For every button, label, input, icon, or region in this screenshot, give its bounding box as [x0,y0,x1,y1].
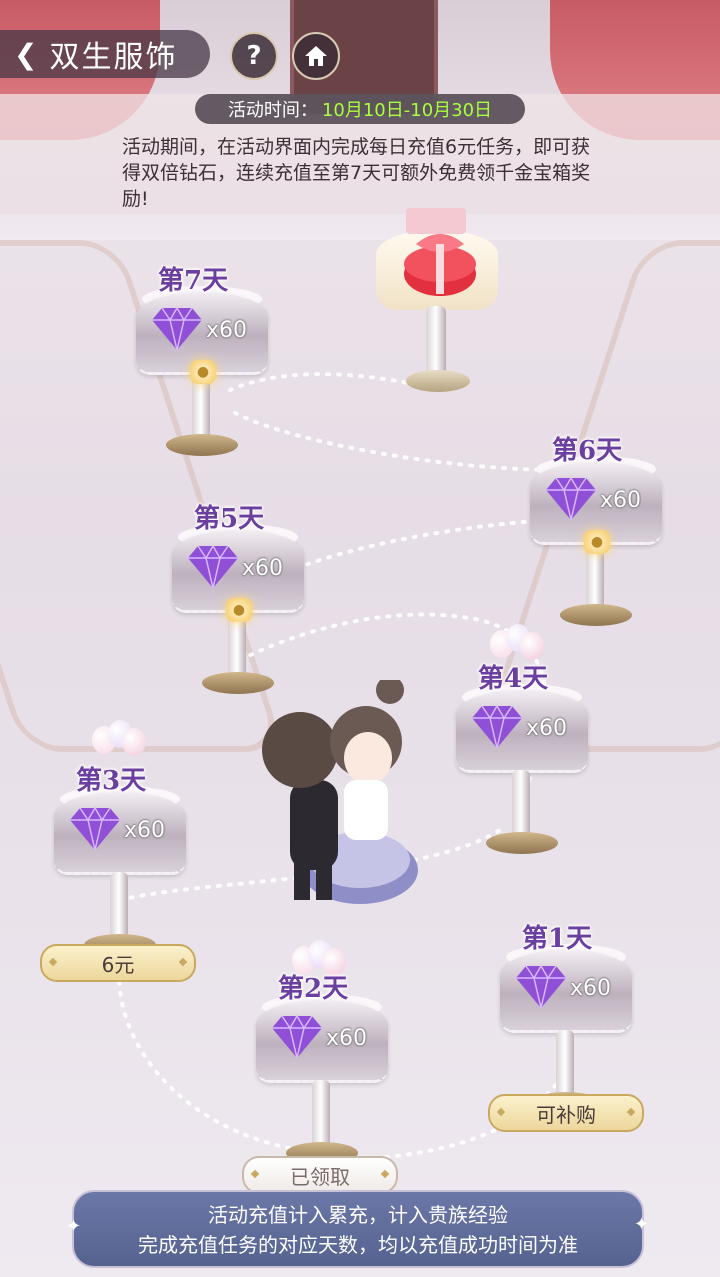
footer-line-2: 完成充值任务的对应天数，均以充值成功时间为准 [138,1233,578,1257]
day-3-count: x60 [124,818,166,843]
table-base [486,832,558,854]
purple-diamond-icon [70,806,120,850]
table-stem [110,872,128,942]
bonus-treasure-table[interactable] [372,190,502,410]
day-4-count: x60 [526,716,568,741]
lock-icon: ● [190,360,216,384]
table-stem [512,770,530,840]
treasure-base [406,370,470,392]
day-6-count: x60 [600,488,642,513]
purple-diamond-icon [272,1014,322,1058]
treasure-stem [426,306,446,376]
sparkle-icon: ✦ [634,1214,650,1235]
day-1-label: 第1天 [522,924,593,954]
day-2-count: x60 [326,1026,368,1051]
day-2-label: 第2天 [278,974,349,1004]
day-6-table[interactable]: 第6天 x60 ● [530,436,670,658]
day-2-claimed-button[interactable]: 已领取 [242,1156,398,1194]
day-4-table[interactable]: 第4天 x60 [456,664,596,886]
lock-icon: ● [226,598,252,622]
day-7-label: 第7天 [158,266,229,296]
treasure-gift-box-icon [404,208,476,296]
dancing-couple-character [262,680,418,904]
footer-notice: 活动充值计入累充，计入贵族经验 完成充值任务的对应天数，均以充值成功时间为准 [72,1190,644,1268]
purple-diamond-icon [516,964,566,1008]
purple-diamond-icon [546,476,596,520]
table-stem [556,1030,574,1100]
table-base [560,604,632,626]
day-6-label: 第6天 [552,436,623,466]
day-3-pay-button[interactable]: 6元 [40,944,196,982]
purple-diamond-icon [188,544,238,588]
day-5-label: 第5天 [194,504,265,534]
day-1-makeup-button[interactable]: 可补购 [488,1094,644,1132]
purple-diamond-icon [152,306,202,350]
day-7-table[interactable]: 第7天 x60 ● [136,266,276,488]
table-base [166,434,238,456]
lock-icon: ● [584,530,610,554]
balloons-icon [92,720,148,760]
sparkle-icon: ✦ [66,1216,82,1237]
day-4-label: 第4天 [478,664,549,694]
day-1-count: x60 [570,976,612,1001]
purple-diamond-icon [472,704,522,748]
day-3-label: 第3天 [76,766,147,796]
day-7-count: x60 [206,318,248,343]
table-stem [312,1080,330,1150]
footer-line-1: 活动充值计入累充，计入贵族经验 [208,1203,508,1227]
day-5-count: x60 [242,556,284,581]
